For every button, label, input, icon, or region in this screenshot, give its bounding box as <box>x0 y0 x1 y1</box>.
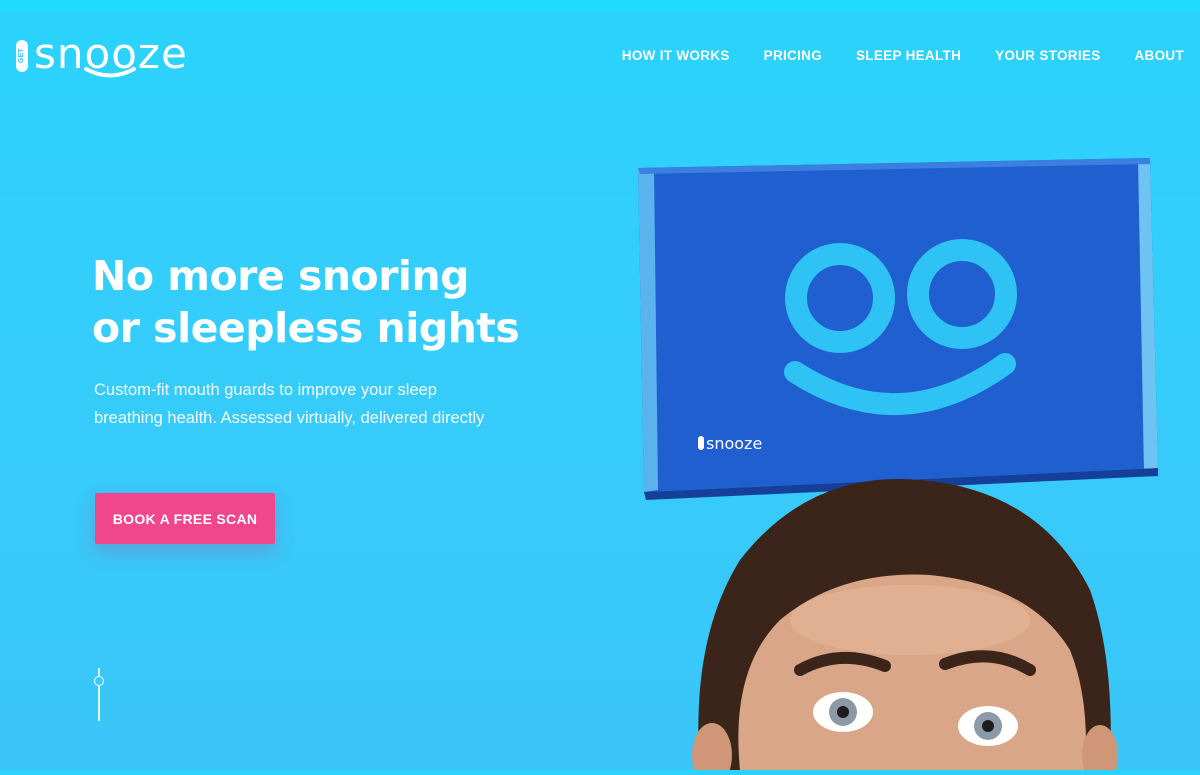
nav-your-stories[interactable]: YOUR STORIES <box>995 48 1100 63</box>
logo-get-badge: GET <box>16 40 28 72</box>
logo-smile-icon <box>84 67 136 78</box>
book-free-scan-button[interactable]: BOOK A FREE SCAN <box>95 493 275 544</box>
hero-subtext: Custom-fit mouth guards to improve your … <box>94 381 485 427</box>
nav-pricing[interactable]: PRICING <box>764 48 822 63</box>
top-accent-bar <box>0 0 1200 10</box>
hero-headline: No more snoring or sleepless nights <box>92 250 562 354</box>
logo[interactable]: GET snooze <box>14 30 200 80</box>
nav-sleep-health[interactable]: SLEEP HEALTH <box>856 48 961 63</box>
nav-how-it-works[interactable]: HOW IT WORKS <box>622 48 730 63</box>
scroll-indicator-icon[interactable] <box>94 676 104 686</box>
main-nav: HOW IT WORKS PRICING SLEEP HEALTH YOUR S… <box>622 48 1184 63</box>
person-photo <box>660 440 1140 775</box>
nav-about[interactable]: ABOUT <box>1135 48 1185 63</box>
hero-headline-line2: or sleepless nights <box>92 304 520 352</box>
hero-headline-line1: No more snoring <box>92 252 470 300</box>
person-head-graphic <box>692 479 1118 775</box>
